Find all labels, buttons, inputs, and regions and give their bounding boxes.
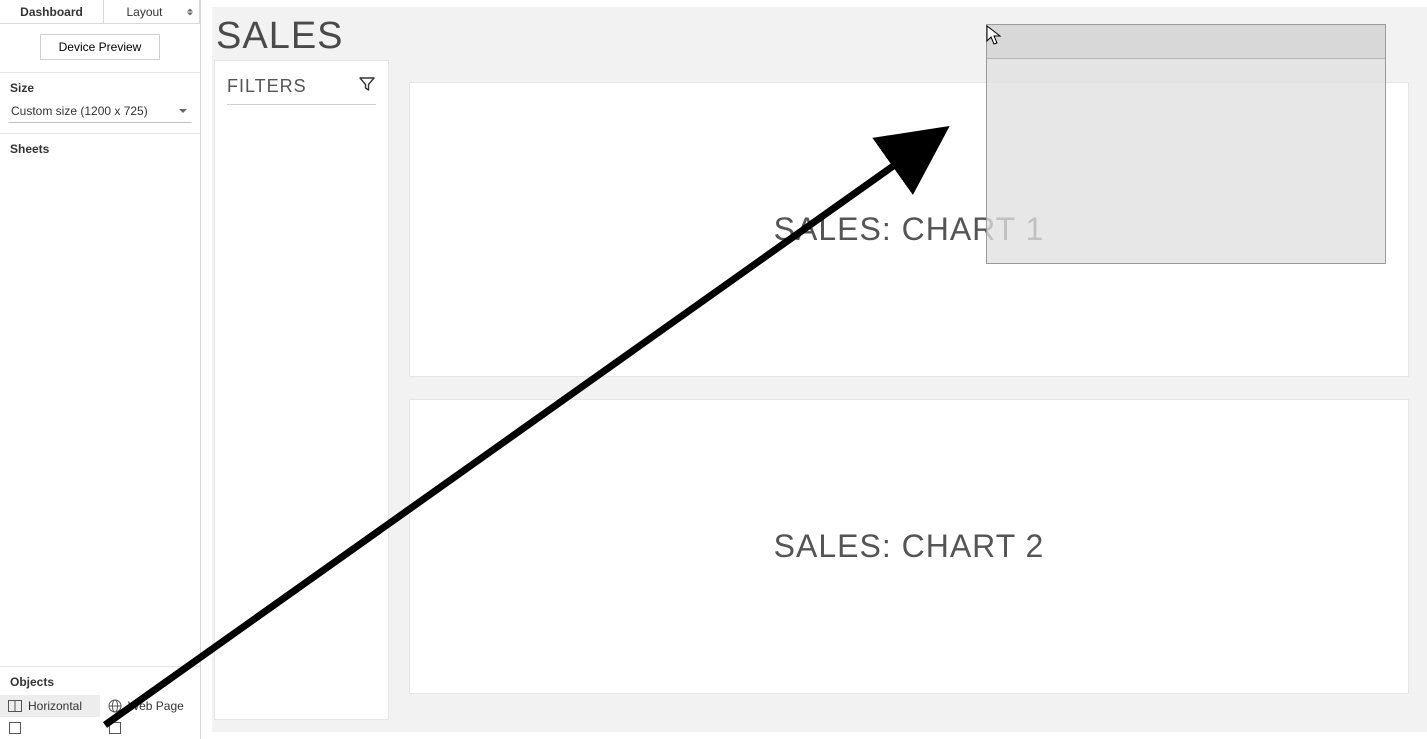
horizontal-container-icon [8, 699, 22, 713]
tab-layout[interactable]: Layout [104, 0, 200, 23]
object-placeholder-right[interactable] [100, 717, 200, 739]
object-horizontal[interactable]: Horizontal [0, 695, 100, 717]
tab-layout-label: Layout [126, 5, 162, 19]
object-horizontal-label: Horizontal [28, 699, 82, 713]
object-webpage-label: Web Page [128, 699, 184, 713]
sidebar-tabs: Dashboard Layout [0, 0, 200, 24]
chart-2-label: SALES: CHART 2 [774, 528, 1045, 565]
chevron-down-icon [179, 109, 187, 113]
floating-horizontal-container[interactable] [986, 24, 1386, 264]
sheets-section: Sheets [0, 133, 200, 162]
tab-dashboard-label: Dashboard [20, 5, 83, 19]
floating-container-header[interactable] [987, 25, 1385, 59]
globe-icon [108, 699, 122, 713]
filter-icon [358, 75, 376, 98]
device-preview-label: Device Preview [59, 40, 142, 54]
filters-label: FILTERS [227, 76, 307, 97]
filters-header: FILTERS [227, 75, 376, 105]
objects-header: Objects [0, 667, 200, 695]
object-webpage[interactable]: Web Page [100, 695, 200, 717]
size-value: Custom size (1200 x 725) [11, 104, 148, 118]
device-preview-button[interactable]: Device Preview [40, 34, 161, 60]
square-icon [108, 721, 122, 735]
sheets-header: Sheets [0, 134, 200, 162]
left-sidebar: Dashboard Layout Device Preview Size Cus… [0, 0, 201, 739]
objects-section: Objects Horizontal [0, 666, 200, 739]
sort-icon [187, 8, 193, 15]
square-icon [8, 721, 22, 735]
size-header: Size [0, 73, 200, 101]
tab-dashboard[interactable]: Dashboard [0, 0, 104, 23]
object-placeholder-left[interactable] [0, 717, 100, 739]
device-preview-row: Device Preview [0, 24, 200, 73]
chart-2-tile[interactable]: SALES: CHART 2 [409, 399, 1409, 694]
filters-panel[interactable]: FILTERS [214, 60, 389, 720]
size-dropdown[interactable]: Custom size (1200 x 725) [8, 101, 192, 123]
